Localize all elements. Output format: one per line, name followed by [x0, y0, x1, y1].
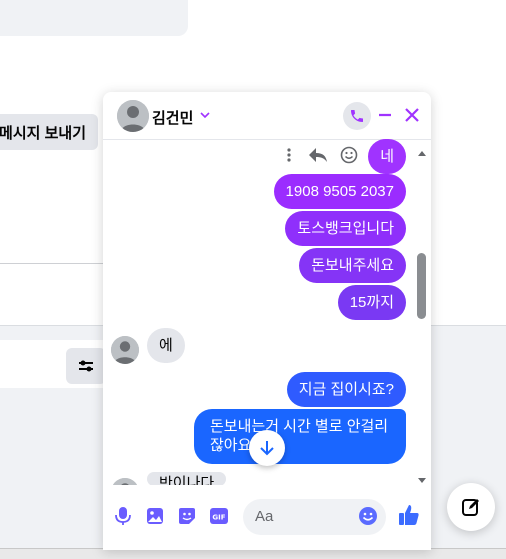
default-avatar-icon [117, 100, 149, 132]
microphone-icon [115, 507, 131, 525]
emoji-button[interactable] [358, 506, 378, 531]
message-actions [286, 146, 358, 164]
sticker-icon [179, 508, 195, 524]
outgoing-message[interactable]: 1908 9505 2037 [273, 174, 406, 209]
photo-button[interactable] [144, 505, 166, 527]
phone-icon [351, 110, 363, 122]
outgoing-message[interactable]: 토스뱅크입니다 [285, 211, 406, 246]
more-options-icon[interactable] [286, 147, 292, 163]
scroll-down-arrow[interactable] [417, 472, 427, 490]
new-message-button[interactable] [447, 483, 495, 531]
svg-text:GIF: GIF [212, 514, 225, 522]
default-avatar-icon [111, 336, 139, 364]
chevron-down-icon[interactable] [199, 108, 211, 126]
minimize-button[interactable] [374, 104, 396, 126]
divider [0, 263, 104, 264]
close-button[interactable] [401, 104, 423, 126]
sticker-button[interactable] [176, 505, 198, 527]
avatar[interactable] [117, 100, 149, 132]
scroll-to-bottom-button[interactable] [249, 430, 285, 466]
avatar[interactable] [111, 336, 139, 364]
send-message-button[interactable]: 메시지 보내기 [0, 114, 98, 150]
sliders-icon [79, 360, 93, 372]
compose-icon [462, 499, 479, 516]
message-line: 잖아요 [210, 437, 252, 454]
outgoing-message[interactable]: 네 [368, 139, 406, 174]
outgoing-message[interactable]: 돈보내주세요 [299, 248, 406, 283]
background-card [0, 0, 188, 36]
outgoing-message[interactable]: 15까지 [337, 285, 406, 320]
minimize-icon [379, 113, 391, 117]
filter-button[interactable] [66, 348, 106, 384]
arrow-down-icon [260, 441, 274, 456]
vertical-scrollbar-thumb[interactable] [417, 253, 426, 319]
outgoing-message[interactable]: 지금 집이시죠? [286, 372, 406, 407]
chat-window: 김건민 네 1908 9505 2037 토스뱅크입니다 돈보내주세요 15까지 [103, 92, 431, 550]
call-button[interactable] [343, 102, 371, 130]
gif-button[interactable]: GIF [208, 505, 230, 527]
gif-icon: GIF [210, 508, 228, 524]
emoji-icon [359, 507, 377, 525]
composer: GIF Aa [103, 492, 431, 542]
outgoing-message[interactable]: 돈보내는거 시간 별로 안걸리 잖아요 [194, 409, 406, 464]
message-line: 돈보내는거 시간 별로 안걸리 [210, 418, 389, 435]
like-button[interactable] [397, 503, 421, 532]
emoji-icon[interactable] [340, 146, 358, 164]
close-icon [405, 108, 419, 122]
image-icon [147, 508, 163, 524]
chat-header: 김건민 [103, 92, 431, 140]
reply-icon[interactable] [308, 147, 328, 163]
scroll-up-arrow[interactable] [417, 144, 427, 162]
incoming-message[interactable]: 반이나다 [147, 472, 227, 486]
thumbs-up-icon [399, 505, 419, 525]
incoming-message[interactable]: 에 [147, 328, 185, 363]
contact-name[interactable]: 김건민 [152, 107, 193, 128]
microphone-button[interactable] [112, 505, 134, 527]
